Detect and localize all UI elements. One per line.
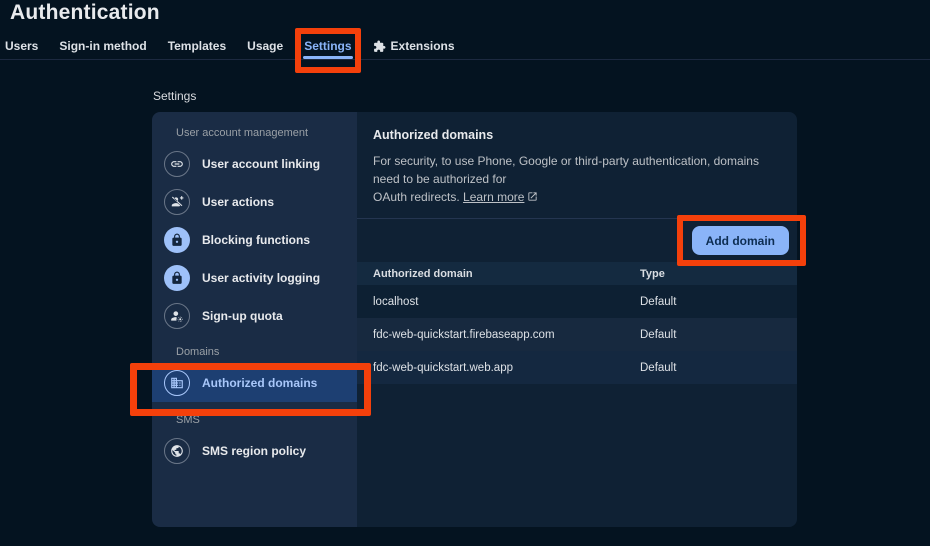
type-cell: Default (640, 362, 781, 374)
sidebar-item-label: User actions (202, 195, 274, 209)
sidebar-item-blocking-functions[interactable]: Blocking functions (152, 221, 357, 259)
tab-templates-label: Templates (168, 39, 226, 53)
panel-heading: Authorized domains (373, 128, 781, 142)
tab-bar: Users Sign-in method Templates Usage Set… (0, 33, 930, 60)
link-icon (164, 151, 190, 177)
authentication-settings-page: Authentication Users Sign-in method Temp… (0, 0, 930, 546)
sidebar-item-sms-region-policy[interactable]: SMS region policy (152, 432, 357, 470)
sidebar-item-user-actions[interactable]: User actions (152, 183, 357, 221)
tab-sign-in-method[interactable]: Sign-in method (59, 33, 146, 60)
page-title: Authentication (10, 1, 160, 25)
column-header-authorized-domain: Authorized domain (373, 268, 640, 280)
tab-extensions[interactable]: Extensions (373, 33, 455, 60)
table-header-row: Authorized domain Type (357, 262, 797, 285)
section-label-domains: Domains (176, 346, 357, 359)
type-cell: Default (640, 296, 781, 308)
person-off-icon (164, 189, 190, 215)
tab-settings[interactable]: Settings (304, 33, 351, 60)
authorized-domains-table: Authorized domain Type localhost Default… (357, 262, 797, 384)
domain-cell: localhost (373, 296, 640, 308)
active-tab-underline (303, 56, 352, 59)
description-line2: OAuth redirects. (373, 190, 463, 204)
domain-cell: fdc-web-quickstart.web.app (373, 362, 640, 374)
sidebar-item-label: User account linking (202, 157, 320, 171)
sidebar-item-user-account-linking[interactable]: User account linking (152, 145, 357, 183)
authorized-domains-panel: Authorized domains For security, to use … (357, 112, 797, 527)
tab-users-label: Users (5, 39, 38, 53)
settings-sidebar: User account management User account lin… (152, 112, 357, 527)
tab-templates[interactable]: Templates (168, 33, 226, 60)
open-in-new-icon (527, 191, 538, 202)
domain-cell: fdc-web-quickstart.firebaseapp.com (373, 329, 640, 341)
sidebar-item-label: Sign-up quota (202, 309, 283, 323)
learn-more-link[interactable]: Learn more (463, 190, 524, 204)
domain-icon (164, 370, 190, 396)
panel-description: For security, to use Phone, Google or th… (373, 152, 781, 206)
sidebar-item-label: Authorized domains (202, 376, 317, 390)
sidebar-item-user-activity-logging[interactable]: User activity logging (152, 259, 357, 297)
puzzle-icon (373, 40, 386, 53)
sidebar-item-label: SMS region policy (202, 444, 306, 458)
lock-icon (164, 265, 190, 291)
tab-users[interactable]: Users (5, 33, 38, 60)
sidebar-item-sign-up-quota[interactable]: Sign-up quota (152, 297, 357, 335)
sidebar-item-label: User activity logging (202, 271, 320, 285)
sidebar-item-label: Blocking functions (202, 233, 310, 247)
section-label-sms: SMS (176, 414, 357, 427)
tab-sign-in-method-label: Sign-in method (59, 39, 146, 53)
table-row[interactable]: localhost Default (357, 285, 797, 318)
tab-usage[interactable]: Usage (247, 33, 283, 60)
settings-card: User account management User account lin… (152, 112, 797, 527)
toolbar: Add domain (357, 219, 797, 262)
manage-accounts-icon (164, 303, 190, 329)
add-domain-button[interactable]: Add domain (692, 226, 789, 255)
sidebar-item-authorized-domains[interactable]: Authorized domains (152, 364, 357, 402)
description-line1: For security, to use Phone, Google or th… (373, 152, 781, 188)
column-header-type: Type (640, 268, 781, 280)
table-row[interactable]: fdc-web-quickstart.web.app Default (357, 351, 797, 384)
type-cell: Default (640, 329, 781, 341)
globe-icon (164, 438, 190, 464)
tab-usage-label: Usage (247, 39, 283, 53)
tab-settings-label: Settings (304, 39, 351, 53)
table-row[interactable]: fdc-web-quickstart.firebaseapp.com Defau… (357, 318, 797, 351)
section-label-user-account-management: User account management (176, 127, 357, 140)
breadcrumb: Settings (153, 89, 196, 103)
lock-icon (164, 227, 190, 253)
tab-extensions-label: Extensions (391, 39, 455, 53)
